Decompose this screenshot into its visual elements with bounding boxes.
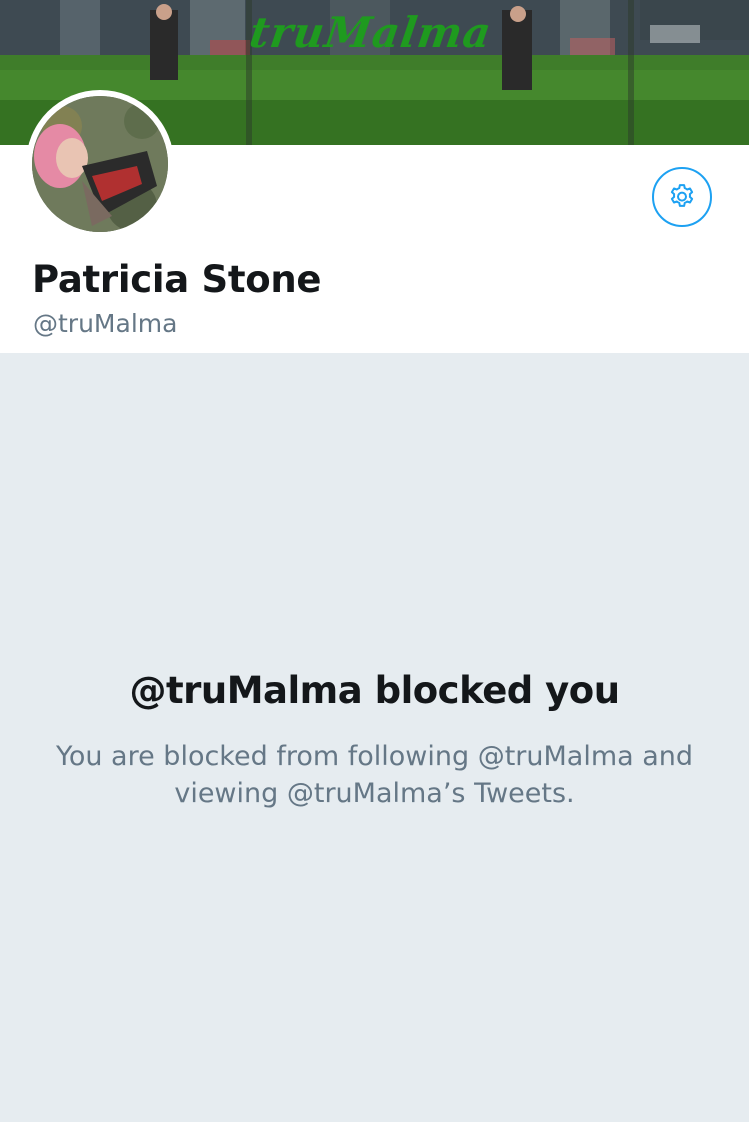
blocked-notice: @truMalma blocked you You are blocked fr… [0, 666, 749, 812]
profile-avatar[interactable] [26, 90, 174, 238]
gear-icon [670, 184, 694, 207]
blocked-title: @truMalma blocked you [129, 669, 620, 712]
blocked-description: You are blocked from following @truMalma… [55, 741, 694, 809]
avatar-image [32, 96, 168, 232]
display-name: Patricia Stone [32, 258, 322, 301]
user-handle: @truMalma [33, 309, 178, 338]
settings-button[interactable] [652, 167, 712, 227]
banner-logo-text: truMalma [246, 8, 495, 57]
